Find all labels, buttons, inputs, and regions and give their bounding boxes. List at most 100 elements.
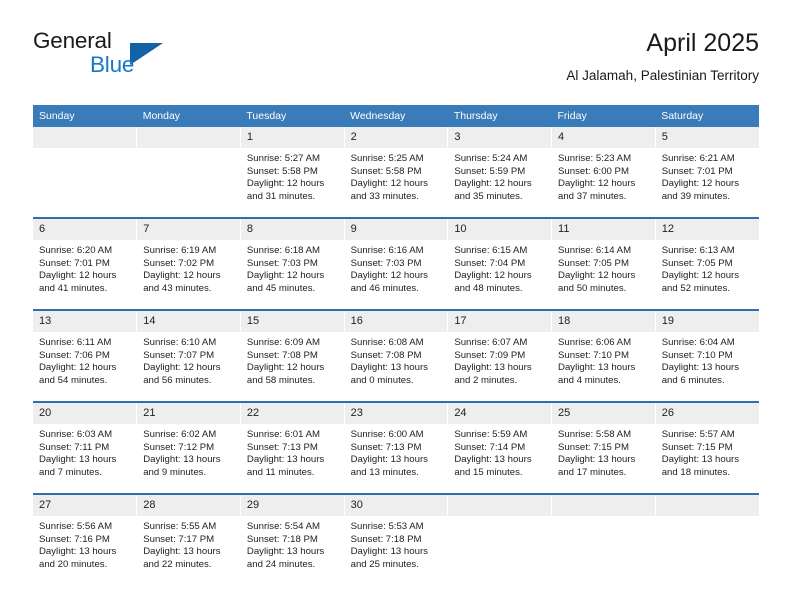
day-number: 8 — [240, 219, 344, 240]
sunset-text: Sunset: 7:02 PM — [143, 257, 215, 269]
day-details: Sunrise: 5:53 AM Sunset: 7:18 PM Dayligh… — [345, 516, 448, 572]
sunset-text: Sunset: 7:13 PM — [246, 441, 318, 453]
daylight-text-line2: and 11 minutes. — [246, 467, 315, 479]
day-cell[interactable]: 3 Sunrise: 5:24 AM Sunset: 5:59 PM Dayli… — [447, 127, 553, 218]
day-cell[interactable]: 19 Sunrise: 6:04 AM Sunset: 7:10 PM Dayl… — [655, 309, 759, 402]
sunrise-text: Sunrise: 6:04 AM — [661, 337, 735, 348]
daylight-text-line2: and 7 minutes. — [39, 467, 102, 479]
day-number: 11 — [552, 219, 655, 240]
calendar-week-row: 1 Sunrise: 5:27 AM Sunset: 5:58 PM Dayli… — [33, 127, 759, 218]
day-cell[interactable] — [447, 493, 553, 585]
day-cell[interactable] — [136, 127, 241, 218]
day-number: 16 — [344, 311, 448, 332]
day-cell[interactable]: 8 Sunrise: 6:18 AM Sunset: 7:03 PM Dayli… — [240, 217, 345, 310]
day-cell[interactable] — [551, 493, 656, 585]
daylight-text-line2: and 6 minutes. — [661, 375, 725, 387]
day-number: 12 — [655, 219, 759, 240]
day-cell[interactable]: 14 Sunrise: 6:10 AM Sunset: 7:07 PM Dayl… — [136, 309, 241, 402]
page-header: General Blue April 2025 Al Jalamah, Pale… — [33, 28, 759, 98]
calendar-week-row: 27 Sunrise: 5:56 AM Sunset: 7:16 PM Dayl… — [33, 493, 759, 585]
sunrise-text: Sunrise: 6:02 AM — [143, 429, 217, 440]
day-number: 4 — [552, 127, 655, 148]
day-cell[interactable]: 7 Sunrise: 6:19 AM Sunset: 7:02 PM Dayli… — [136, 217, 241, 310]
day-cell[interactable]: 29 Sunrise: 5:54 AM Sunset: 7:18 PM Dayl… — [240, 493, 345, 585]
day-cell[interactable]: 22 Sunrise: 6:01 AM Sunset: 7:13 PM Dayl… — [240, 401, 345, 494]
sunset-text: Sunset: 7:17 PM — [143, 533, 215, 545]
sunrise-text: Sunrise: 5:27 AM — [246, 153, 320, 164]
weekday-header-row: Sunday Monday Tuesday Wednesday Thursday… — [33, 105, 759, 127]
sunset-text: Sunset: 7:06 PM — [39, 349, 110, 361]
day-cell[interactable]: 1 Sunrise: 5:27 AM Sunset: 5:58 PM Dayli… — [240, 127, 345, 218]
day-cell[interactable]: 2 Sunrise: 5:25 AM Sunset: 5:58 PM Dayli… — [344, 127, 449, 218]
blue-triangle-icon — [130, 43, 163, 65]
weekday-header-sunday: Sunday — [33, 105, 137, 127]
day-details: Sunrise: 6:10 AM Sunset: 7:07 PM Dayligh… — [137, 332, 240, 388]
daylight-text-line1: Daylight: 13 hours — [39, 546, 117, 558]
day-cell[interactable]: 16 Sunrise: 6:08 AM Sunset: 7:08 PM Dayl… — [344, 309, 449, 402]
daylight-text-line2: and 50 minutes. — [558, 283, 627, 295]
day-number: 10 — [448, 219, 552, 240]
day-cell[interactable]: 4 Sunrise: 5:23 AM Sunset: 6:00 PM Dayli… — [551, 127, 656, 218]
logo-text-blue: Blue — [90, 52, 135, 77]
daylight-text-line1: Daylight: 12 hours — [350, 178, 428, 190]
sunrise-text: Sunrise: 6:13 AM — [661, 245, 735, 256]
day-cell[interactable] — [655, 493, 759, 585]
daylight-text-line1: Daylight: 12 hours — [454, 270, 532, 282]
sunrise-text: Sunrise: 6:09 AM — [246, 337, 320, 348]
day-cell[interactable] — [33, 127, 138, 218]
day-cell[interactable]: 13 Sunrise: 6:11 AM Sunset: 7:06 PM Dayl… — [33, 309, 138, 402]
day-details: Sunrise: 5:56 AM Sunset: 7:16 PM Dayligh… — [33, 516, 136, 572]
day-details: Sunrise: 6:11 AM Sunset: 7:06 PM Dayligh… — [33, 332, 136, 388]
daylight-text-line2: and 35 minutes. — [454, 191, 523, 203]
sunset-text: Sunset: 7:03 PM — [246, 257, 318, 269]
day-number: 9 — [344, 219, 448, 240]
day-cell[interactable]: 25 Sunrise: 5:58 AM Sunset: 7:15 PM Dayl… — [551, 401, 656, 494]
sunrise-text: Sunrise: 5:23 AM — [558, 153, 632, 164]
day-cell[interactable]: 10 Sunrise: 6:15 AM Sunset: 7:04 PM Dayl… — [447, 217, 553, 310]
sunrise-text: Sunrise: 5:55 AM — [143, 521, 217, 532]
day-details — [448, 516, 551, 521]
day-cell[interactable]: 23 Sunrise: 6:00 AM Sunset: 7:13 PM Dayl… — [344, 401, 449, 494]
day-number — [655, 495, 759, 516]
day-cell[interactable]: 17 Sunrise: 6:07 AM Sunset: 7:09 PM Dayl… — [447, 309, 553, 402]
day-details: Sunrise: 5:59 AM Sunset: 7:14 PM Dayligh… — [448, 424, 551, 480]
sunset-text: Sunset: 7:14 PM — [454, 441, 526, 453]
sunset-text: Sunset: 7:18 PM — [246, 533, 318, 545]
day-cell[interactable]: 27 Sunrise: 5:56 AM Sunset: 7:16 PM Dayl… — [33, 493, 138, 585]
day-details: Sunrise: 5:57 AM Sunset: 7:15 PM Dayligh… — [656, 424, 759, 480]
sunset-text: Sunset: 7:11 PM — [39, 441, 110, 453]
daylight-text-line2: and 41 minutes. — [39, 283, 108, 295]
day-number — [552, 495, 655, 516]
daylight-text-line2: and 43 minutes. — [143, 283, 212, 295]
generalblue-logo[interactable]: General Blue — [33, 28, 263, 88]
day-cell[interactable]: 15 Sunrise: 6:09 AM Sunset: 7:08 PM Dayl… — [240, 309, 345, 402]
day-cell[interactable]: 30 Sunrise: 5:53 AM Sunset: 7:18 PM Dayl… — [344, 493, 449, 585]
sunset-text: Sunset: 7:18 PM — [350, 533, 422, 545]
daylight-text-line2: and 33 minutes. — [350, 191, 419, 203]
day-cell[interactable]: 20 Sunrise: 6:03 AM Sunset: 7:11 PM Dayl… — [33, 401, 138, 494]
weekday-header-tuesday: Tuesday — [240, 105, 345, 127]
day-cell[interactable]: 21 Sunrise: 6:02 AM Sunset: 7:12 PM Dayl… — [136, 401, 241, 494]
daylight-text-line2: and 39 minutes. — [661, 191, 730, 203]
daylight-text-line2: and 0 minutes. — [350, 375, 414, 387]
day-cell[interactable]: 9 Sunrise: 6:16 AM Sunset: 7:03 PM Dayli… — [344, 217, 449, 310]
day-number: 28 — [137, 495, 240, 516]
day-cell[interactable]: 26 Sunrise: 5:57 AM Sunset: 7:15 PM Dayl… — [655, 401, 759, 494]
day-details: Sunrise: 5:54 AM Sunset: 7:18 PM Dayligh… — [241, 516, 344, 572]
day-cell[interactable]: 12 Sunrise: 6:13 AM Sunset: 7:05 PM Dayl… — [655, 217, 759, 310]
day-details: Sunrise: 5:27 AM Sunset: 5:58 PM Dayligh… — [241, 148, 344, 204]
sunset-text: Sunset: 7:15 PM — [558, 441, 629, 453]
day-cell[interactable]: 28 Sunrise: 5:55 AM Sunset: 7:17 PM Dayl… — [136, 493, 241, 585]
page-title: April 2025 — [646, 29, 759, 57]
day-cell[interactable]: 5 Sunrise: 6:21 AM Sunset: 7:01 PM Dayli… — [655, 127, 759, 218]
sunset-text: Sunset: 7:09 PM — [454, 349, 526, 361]
day-details: Sunrise: 6:19 AM Sunset: 7:02 PM Dayligh… — [137, 240, 240, 296]
day-cell[interactable]: 11 Sunrise: 6:14 AM Sunset: 7:05 PM Dayl… — [551, 217, 656, 310]
day-details: Sunrise: 6:09 AM Sunset: 7:08 PM Dayligh… — [241, 332, 344, 388]
sunset-text: Sunset: 7:08 PM — [350, 349, 422, 361]
day-cell[interactable]: 18 Sunrise: 6:06 AM Sunset: 7:10 PM Dayl… — [551, 309, 656, 402]
daylight-text-line2: and 52 minutes. — [661, 283, 730, 295]
day-cell[interactable]: 6 Sunrise: 6:20 AM Sunset: 7:01 PM Dayli… — [33, 217, 138, 310]
day-cell[interactable]: 24 Sunrise: 5:59 AM Sunset: 7:14 PM Dayl… — [447, 401, 553, 494]
sunrise-text: Sunrise: 6:20 AM — [39, 245, 113, 256]
